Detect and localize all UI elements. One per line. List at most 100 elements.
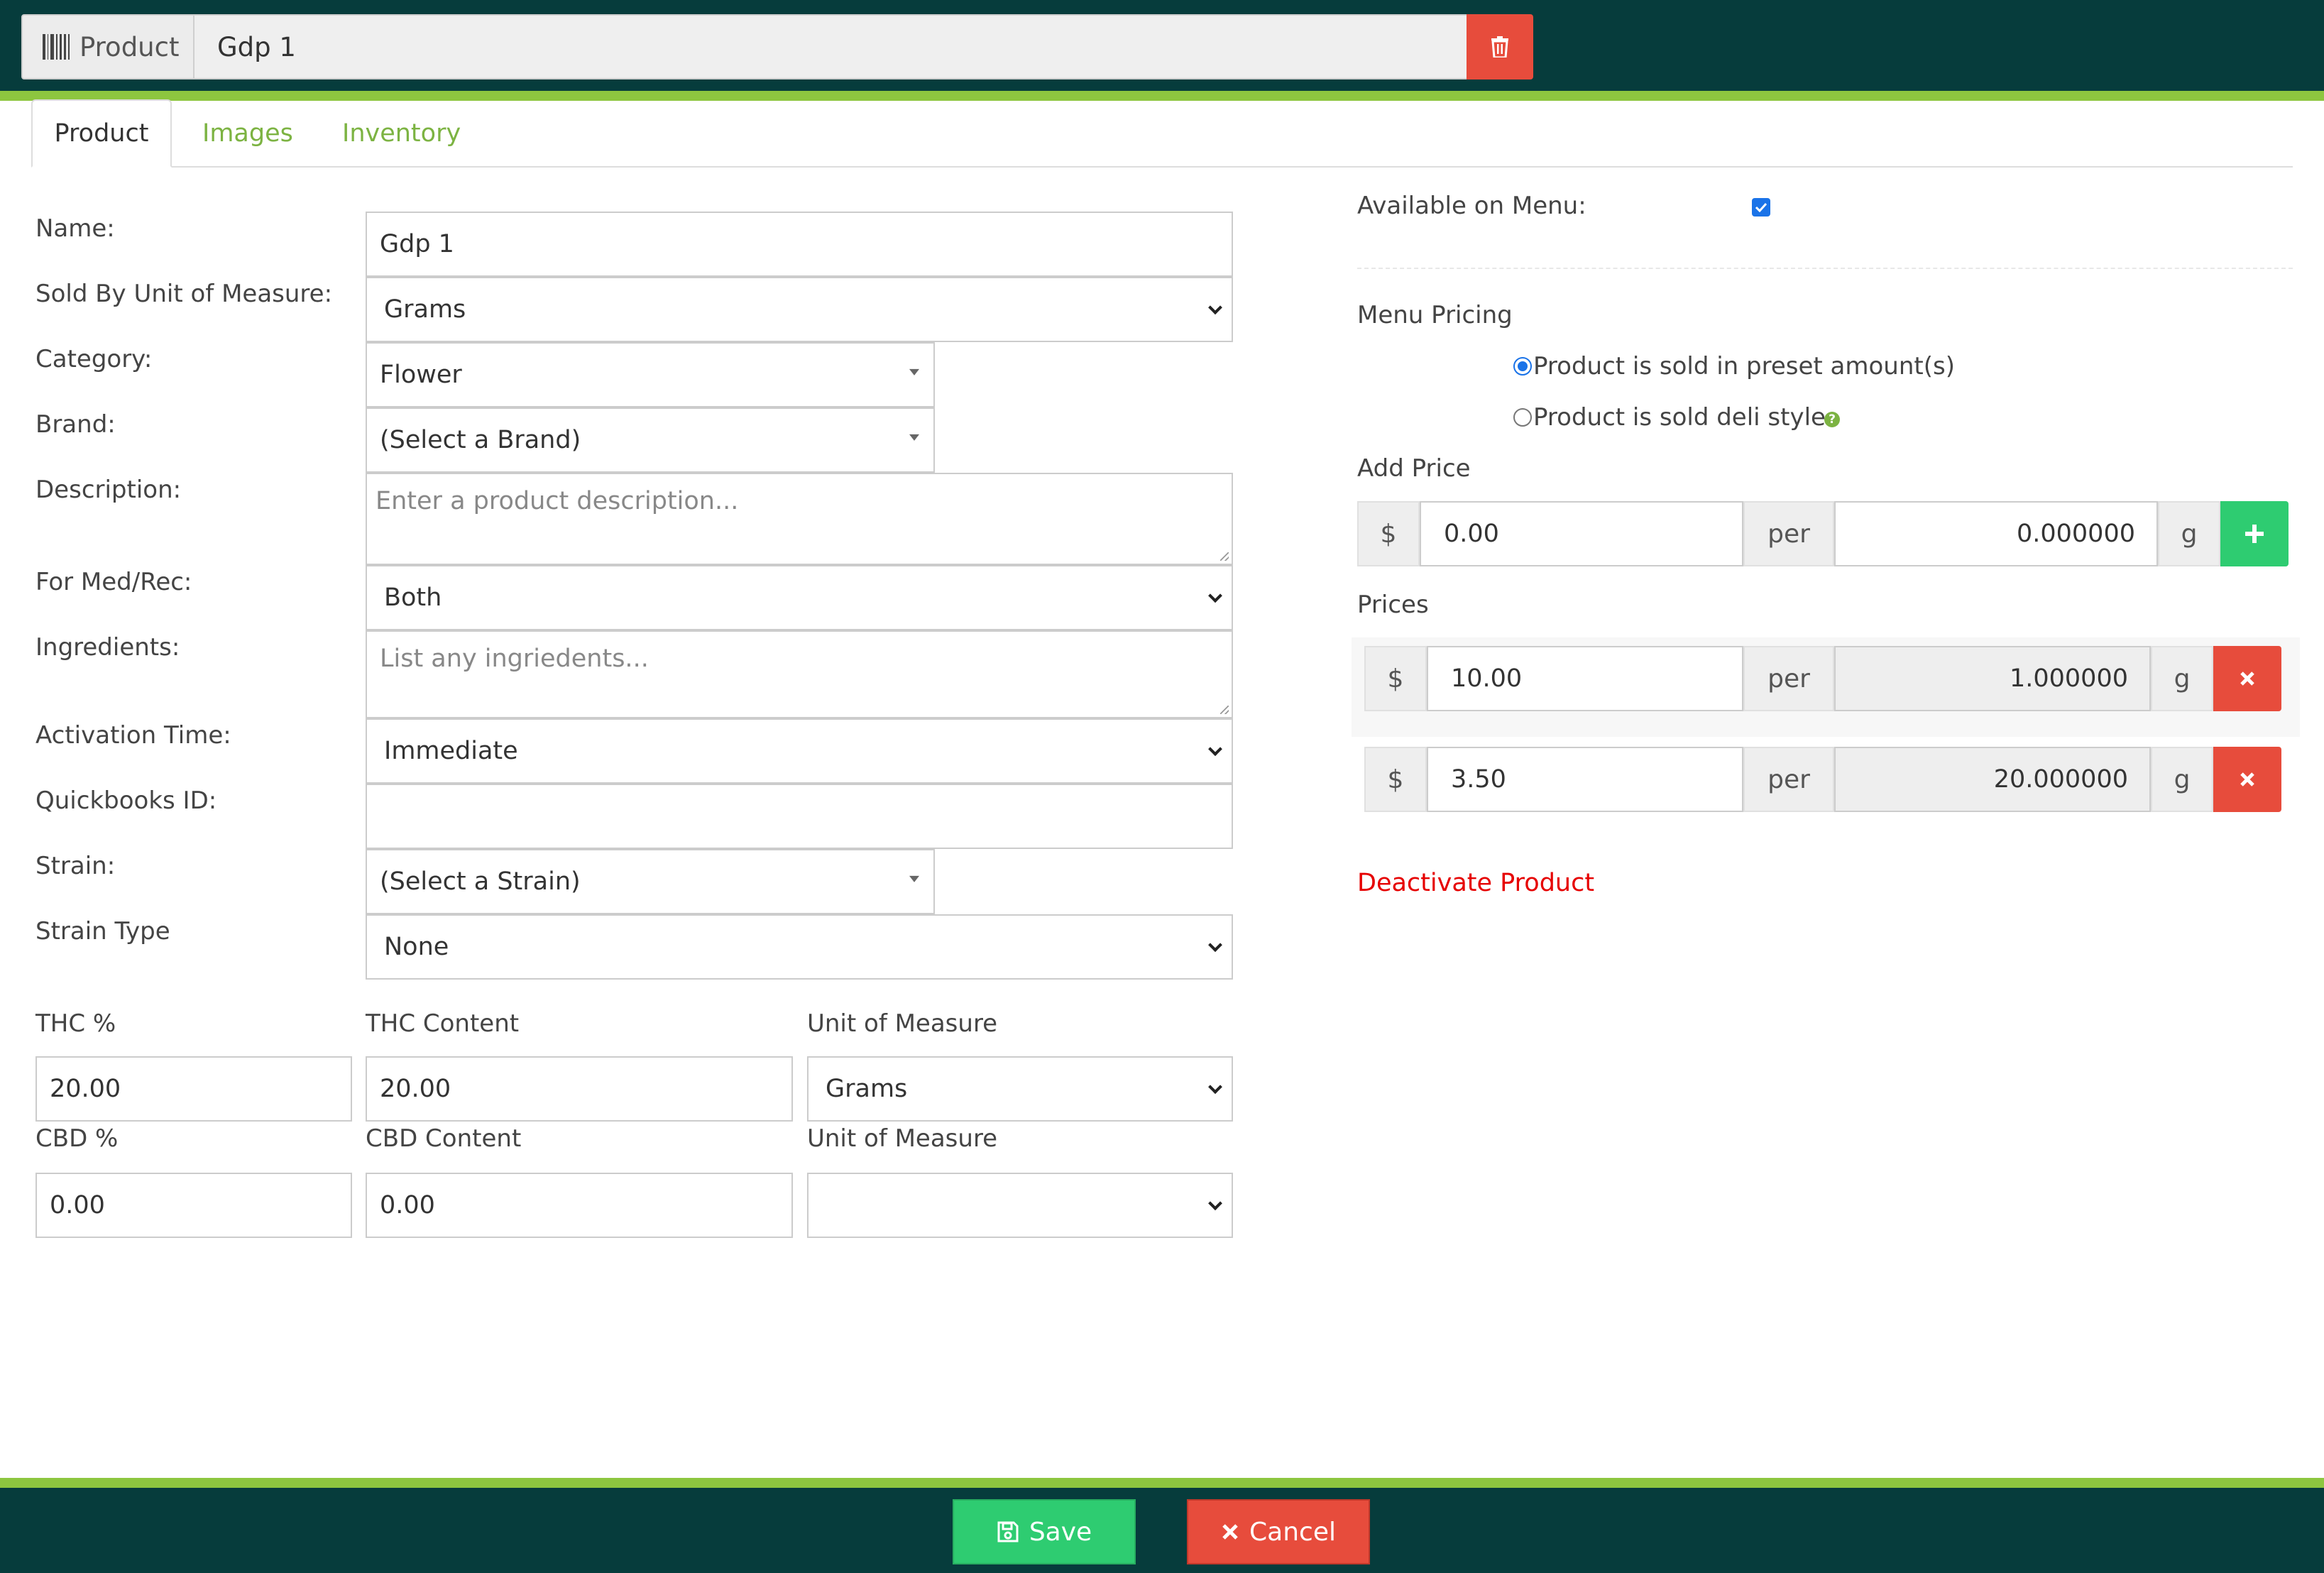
header-product-name-text: Gdp 1 — [217, 31, 296, 62]
product-badge-label: Product — [80, 31, 180, 62]
save-button[interactable]: Save — [953, 1499, 1136, 1564]
chevron-down-icon — [1208, 1080, 1222, 1095]
new-amount-input[interactable]: 0.000000 — [1834, 501, 2158, 566]
cancel-button[interactable]: Cancel — [1187, 1499, 1370, 1564]
sold-by-select[interactable]: Grams — [366, 277, 1233, 342]
thc-content-label: THC Content — [366, 1009, 520, 1038]
add-price-button[interactable] — [2220, 501, 2289, 566]
thc-pct-label: THC % — [35, 1009, 116, 1038]
currency-symbol: $ — [1387, 664, 1404, 694]
thc-content-value: 20.00 — [380, 1075, 451, 1103]
check-icon — [1755, 202, 1767, 212]
product-badge: Product — [21, 14, 194, 80]
med-rec-select-value: Both — [384, 583, 442, 612]
new-amount-value: 0.000000 — [2016, 520, 2135, 548]
per-text: per — [1767, 519, 1810, 549]
delete-product-button[interactable] — [1467, 14, 1533, 80]
currency-addon: $ — [1357, 501, 1420, 566]
cbd-uom-label: Unit of Measure — [807, 1124, 998, 1153]
price-row-currency: $ — [1364, 646, 1427, 711]
available-on-menu-checkbox[interactable] — [1752, 198, 1770, 217]
thc-uom-select[interactable]: Grams — [807, 1056, 1233, 1122]
price-row-per: per — [1743, 646, 1834, 711]
name-label: Name: — [35, 214, 115, 243]
caret-down-icon — [909, 368, 919, 376]
per-text: per — [1767, 764, 1810, 794]
tab-inventory-label: Inventory — [342, 119, 461, 148]
new-price-input[interactable]: 0.00 — [1420, 501, 1743, 566]
name-input[interactable]: Gdp 1 — [366, 212, 1233, 277]
ingredients-textarea[interactable]: List any ingriedents... — [366, 630, 1233, 718]
chevron-down-icon — [1208, 588, 1222, 603]
strain-type-value: None — [384, 933, 449, 961]
price-row-per: per — [1743, 747, 1834, 812]
remove-price-button-1[interactable] — [2213, 646, 2281, 711]
deactivate-product-link[interactable]: Deactivate Product — [1357, 869, 1594, 897]
strain-type-select[interactable]: None — [366, 914, 1233, 980]
thc-content-input[interactable]: 20.00 — [366, 1056, 793, 1122]
per-text: per — [1767, 664, 1810, 694]
remove-price-button-2[interactable] — [2213, 747, 2281, 812]
activation-time-select[interactable]: Immediate — [366, 718, 1233, 784]
category-select-value: Flower — [380, 361, 462, 389]
per-addon: per — [1743, 501, 1834, 566]
price-row-unit: g — [2151, 646, 2213, 711]
activation-time-value: Immediate — [384, 737, 518, 765]
help-icon[interactable]: ? — [1824, 412, 1840, 427]
thc-pct-input[interactable]: 20.00 — [35, 1056, 352, 1122]
description-textarea[interactable]: Enter a product description... — [366, 473, 1233, 565]
trash-icon — [1491, 36, 1508, 57]
preset-amount-radio[interactable] — [1513, 357, 1532, 376]
strain-label: Strain: — [35, 852, 116, 880]
thc-pct-value: 20.00 — [50, 1075, 121, 1103]
brand-select-value: (Select a Brand) — [380, 426, 581, 454]
footer-accent-stripe — [0, 1478, 2324, 1488]
chevron-down-icon — [1208, 300, 1222, 315]
tab-product-label: Product — [54, 119, 149, 148]
cbd-uom-select[interactable] — [807, 1173, 1233, 1238]
barcode-icon — [43, 34, 70, 60]
deli-style-radio[interactable] — [1513, 408, 1532, 427]
cbd-pct-input[interactable]: 0.00 — [35, 1173, 352, 1238]
name-input-value: Gdp 1 — [380, 230, 454, 258]
amount-value-2: 20.000000 — [1993, 765, 2128, 794]
resize-handle[interactable] — [1220, 706, 1229, 714]
price-value-1: 10.00 — [1451, 664, 1523, 693]
add-price-label: Add Price — [1357, 454, 1471, 483]
menu-divider — [1357, 268, 2293, 269]
save-button-label: Save — [1029, 1517, 1092, 1547]
strain-select[interactable]: (Select a Strain) — [366, 849, 935, 914]
strain-select-value: (Select a Strain) — [380, 867, 581, 896]
tab-images[interactable]: Images — [202, 99, 293, 168]
currency-symbol: $ — [1387, 764, 1404, 794]
preset-amount-label: Product is sold in preset amount(s) — [1533, 352, 1955, 380]
cbd-content-input[interactable]: 0.00 — [366, 1173, 793, 1238]
sold-by-label: Sold By Unit of Measure: — [35, 280, 333, 308]
footer-bar — [0, 1488, 2324, 1573]
chevron-down-icon — [1208, 742, 1222, 757]
cbd-pct-label: CBD % — [35, 1124, 119, 1153]
brand-select[interactable]: (Select a Brand) — [366, 407, 935, 473]
caret-down-icon — [909, 434, 919, 441]
tab-inventory[interactable]: Inventory — [342, 99, 461, 168]
currency-symbol: $ — [1380, 519, 1397, 549]
thc-uom-value: Grams — [826, 1075, 908, 1103]
resize-handle[interactable] — [1220, 552, 1229, 561]
header-product-name: Gdp 1 — [194, 14, 1468, 80]
price-input-1[interactable]: 10.00 — [1427, 646, 1743, 711]
description-label: Description: — [35, 476, 182, 504]
prices-label: Prices — [1357, 591, 1429, 619]
menu-pricing-label: Menu Pricing — [1357, 301, 1513, 329]
plus-icon — [2245, 525, 2264, 543]
strain-type-label: Strain Type — [35, 917, 170, 946]
price-input-2[interactable]: 3.50 — [1427, 747, 1743, 812]
close-icon — [2240, 672, 2254, 686]
category-select[interactable]: Flower — [366, 342, 935, 407]
cbd-pct-value: 0.00 — [50, 1191, 105, 1220]
med-rec-select[interactable]: Both — [366, 565, 1233, 630]
cbd-content-value: 0.00 — [380, 1191, 435, 1220]
quickbooks-id-input[interactable] — [366, 784, 1233, 849]
tab-product[interactable]: Product — [31, 99, 172, 168]
quickbooks-id-label: Quickbooks ID: — [35, 786, 217, 815]
thc-uom-label: Unit of Measure — [807, 1009, 998, 1038]
